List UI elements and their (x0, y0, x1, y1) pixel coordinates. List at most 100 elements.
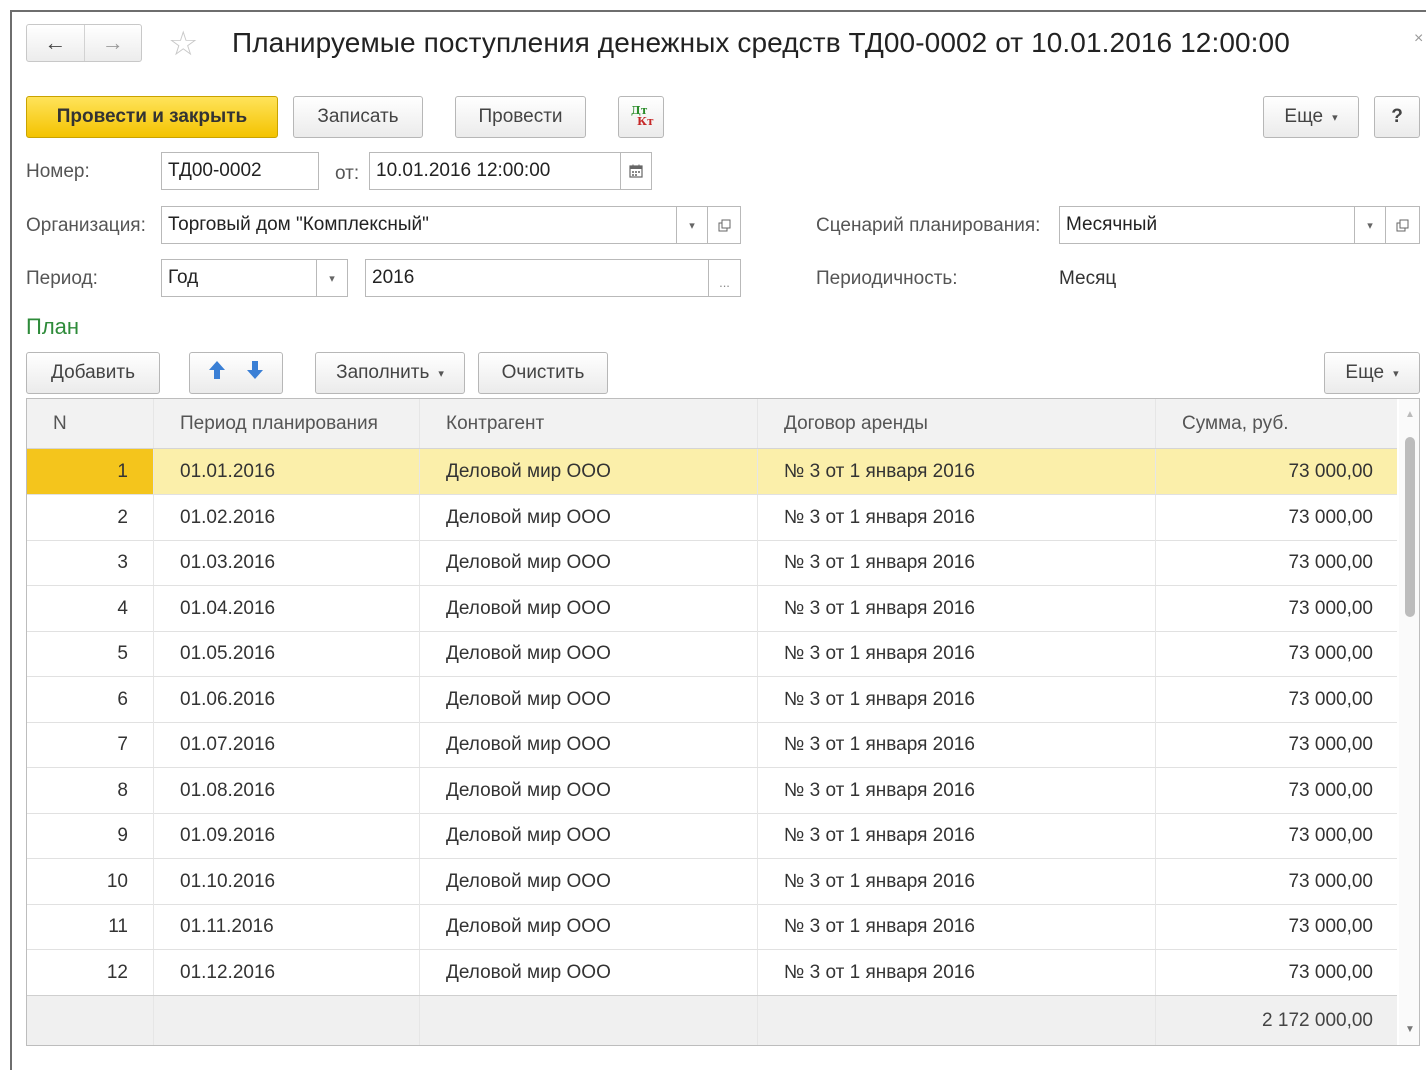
table-row[interactable]: 6 01.06.2016 Деловой мир ООО № 3 от 1 ян… (27, 677, 1397, 723)
cell-sum: 73 000,00 (1155, 768, 1397, 813)
arrow-down-icon[interactable] (246, 360, 264, 386)
column-header-n[interactable]: N (27, 399, 153, 448)
chevron-down-icon[interactable]: ▾ (1354, 206, 1386, 244)
cell-sum: 73 000,00 (1155, 631, 1397, 676)
help-button[interactable]: ? (1374, 96, 1420, 138)
cell-sum: 73 000,00 (1155, 950, 1397, 995)
footer-cell (419, 996, 757, 1045)
scenario-label: Сценарий планирования: (816, 215, 1041, 236)
table-more-label: Еще (1345, 362, 1385, 383)
plan-section-title: План (26, 314, 80, 339)
cell-sum: 73 000,00 (1155, 540, 1397, 585)
scroll-up-icon[interactable]: ▲ (1399, 409, 1419, 420)
cell-contractor: Деловой мир ООО (419, 540, 757, 585)
cell-period: 01.07.2016 (153, 722, 419, 767)
footer-cell (757, 996, 1155, 1045)
favorite-star-icon[interactable]: ☆ (168, 25, 198, 63)
cell-contractor: Деловой мир ООО (419, 586, 757, 631)
cell-contractor: Деловой мир ООО (419, 722, 757, 767)
period-value-field[interactable]: 2016 (365, 259, 709, 297)
cell-contractor: Деловой мир ООО (419, 495, 757, 540)
chevron-down-icon: ▾ (1393, 367, 1399, 380)
period-label: Период: (26, 268, 98, 289)
table-row[interactable]: 2 01.02.2016 Деловой мир ООО № 3 от 1 ян… (27, 495, 1397, 541)
table-row[interactable]: 5 01.05.2016 Деловой мир ООО № 3 от 1 ян… (27, 631, 1397, 677)
cell-contractor: Деловой мир ООО (419, 859, 757, 904)
cell-n: 11 (108, 915, 128, 937)
number-field[interactable]: ТД00-0002 (161, 152, 319, 190)
table-row[interactable]: 7 01.07.2016 Деловой мир ООО № 3 от 1 ян… (27, 722, 1397, 768)
footer-cell (153, 996, 419, 1045)
table-row[interactable]: 8 01.08.2016 Деловой мир ООО № 3 от 1 ян… (27, 768, 1397, 814)
cell-contractor: Деловой мир ООО (419, 631, 757, 676)
column-header-sum[interactable]: Сумма, руб. (1155, 399, 1397, 448)
column-header-period[interactable]: Период планирования (153, 399, 419, 448)
cell-contract: № 3 от 1 января 2016 (757, 449, 1155, 494)
cell-contract: № 3 от 1 января 2016 (757, 722, 1155, 767)
scrollbar-thumb[interactable] (1405, 437, 1415, 617)
cell-contractor: Деловой мир ООО (419, 904, 757, 949)
period-type-field[interactable]: Год (161, 259, 317, 297)
footer-cell (27, 996, 153, 1045)
table-row[interactable]: 11 01.11.2016 Деловой мир ООО № 3 от 1 я… (27, 904, 1397, 950)
open-icon[interactable] (1385, 206, 1420, 244)
scenario-field[interactable]: Месячный (1059, 206, 1355, 244)
cell-n: 6 (117, 688, 128, 710)
cell-sum: 73 000,00 (1155, 677, 1397, 722)
column-header-contract[interactable]: Договор аренды (757, 399, 1155, 448)
cell-period: 01.09.2016 (153, 813, 419, 858)
cell-n: 12 (106, 961, 128, 983)
cell-contract: № 3 от 1 января 2016 (757, 859, 1155, 904)
cell-contractor: Деловой мир ООО (419, 813, 757, 858)
arrow-up-icon[interactable] (208, 360, 226, 386)
cell-sum: 73 000,00 (1155, 586, 1397, 631)
cell-period: 01.03.2016 (153, 540, 419, 585)
cell-period: 01.06.2016 (153, 677, 419, 722)
clear-button[interactable]: Очистить (478, 352, 608, 394)
table-row[interactable]: 4 01.04.2016 Деловой мир ООО № 3 от 1 ян… (27, 586, 1397, 632)
cell-contract: № 3 от 1 января 2016 (757, 950, 1155, 995)
fill-button[interactable]: Заполнить ▾ (315, 352, 465, 394)
save-button[interactable]: Записать (293, 96, 423, 138)
cell-contract: № 3 от 1 января 2016 (757, 677, 1155, 722)
cell-contractor: Деловой мир ООО (419, 950, 757, 995)
date-field[interactable]: 10.01.2016 12:00:00 (369, 152, 621, 190)
more-button[interactable]: Еще ▾ (1263, 96, 1359, 138)
select-period-button[interactable]: ... (708, 259, 741, 297)
dt-kt-postings-icon[interactable]: Дт Кт (618, 96, 664, 138)
cell-n: 2 (117, 506, 128, 528)
open-icon[interactable] (707, 206, 741, 244)
chevron-down-icon: ▾ (438, 367, 444, 380)
cell-n: 8 (117, 779, 128, 801)
chevron-down-icon[interactable]: ▾ (676, 206, 708, 244)
cell-period: 01.04.2016 (153, 586, 419, 631)
move-buttons (189, 352, 283, 394)
table-row[interactable]: 9 01.09.2016 Деловой мир ООО № 3 от 1 ян… (27, 813, 1397, 859)
table-row[interactable]: 1 01.01.2016 Деловой мир ООО № 3 от 1 ян… (27, 449, 1397, 495)
table-more-button[interactable]: Еще ▾ (1324, 352, 1420, 394)
cell-contract: № 3 от 1 января 2016 (757, 586, 1155, 631)
cell-sum: 73 000,00 (1155, 813, 1397, 858)
page-title: Планируемые поступления денежных средств… (232, 27, 1290, 58)
close-icon[interactable]: × (1414, 30, 1423, 48)
vertical-scrollbar[interactable]: ▲ ▼ (1399, 399, 1419, 1045)
post-and-close-button[interactable]: Провести и закрыть (26, 96, 278, 138)
column-header-contractor[interactable]: Контрагент (419, 399, 757, 448)
table-row[interactable]: 3 01.03.2016 Деловой мир ООО № 3 от 1 ян… (27, 540, 1397, 586)
cell-n: 3 (117, 551, 128, 573)
scroll-down-icon[interactable]: ▼ (1399, 1024, 1419, 1035)
back-arrow-icon[interactable]: ← (27, 25, 84, 61)
more-button-label: Еще (1284, 106, 1324, 127)
organization-field[interactable]: Торговый дом "Комплексный" (161, 206, 677, 244)
forward-arrow-icon[interactable]: → (83, 25, 142, 61)
table-row[interactable]: 10 01.10.2016 Деловой мир ООО № 3 от 1 я… (27, 859, 1397, 905)
cell-contract: № 3 от 1 января 2016 (757, 813, 1155, 858)
add-button[interactable]: Добавить (26, 352, 160, 394)
cell-n: 4 (117, 597, 128, 619)
calendar-icon[interactable] (620, 152, 652, 190)
cell-contract: № 3 от 1 января 2016 (757, 768, 1155, 813)
table-row[interactable]: 12 01.12.2016 Деловой мир ООО № 3 от 1 я… (27, 950, 1397, 996)
cell-period: 01.02.2016 (153, 495, 419, 540)
chevron-down-icon[interactable]: ▾ (316, 259, 348, 297)
post-button[interactable]: Провести (455, 96, 586, 138)
